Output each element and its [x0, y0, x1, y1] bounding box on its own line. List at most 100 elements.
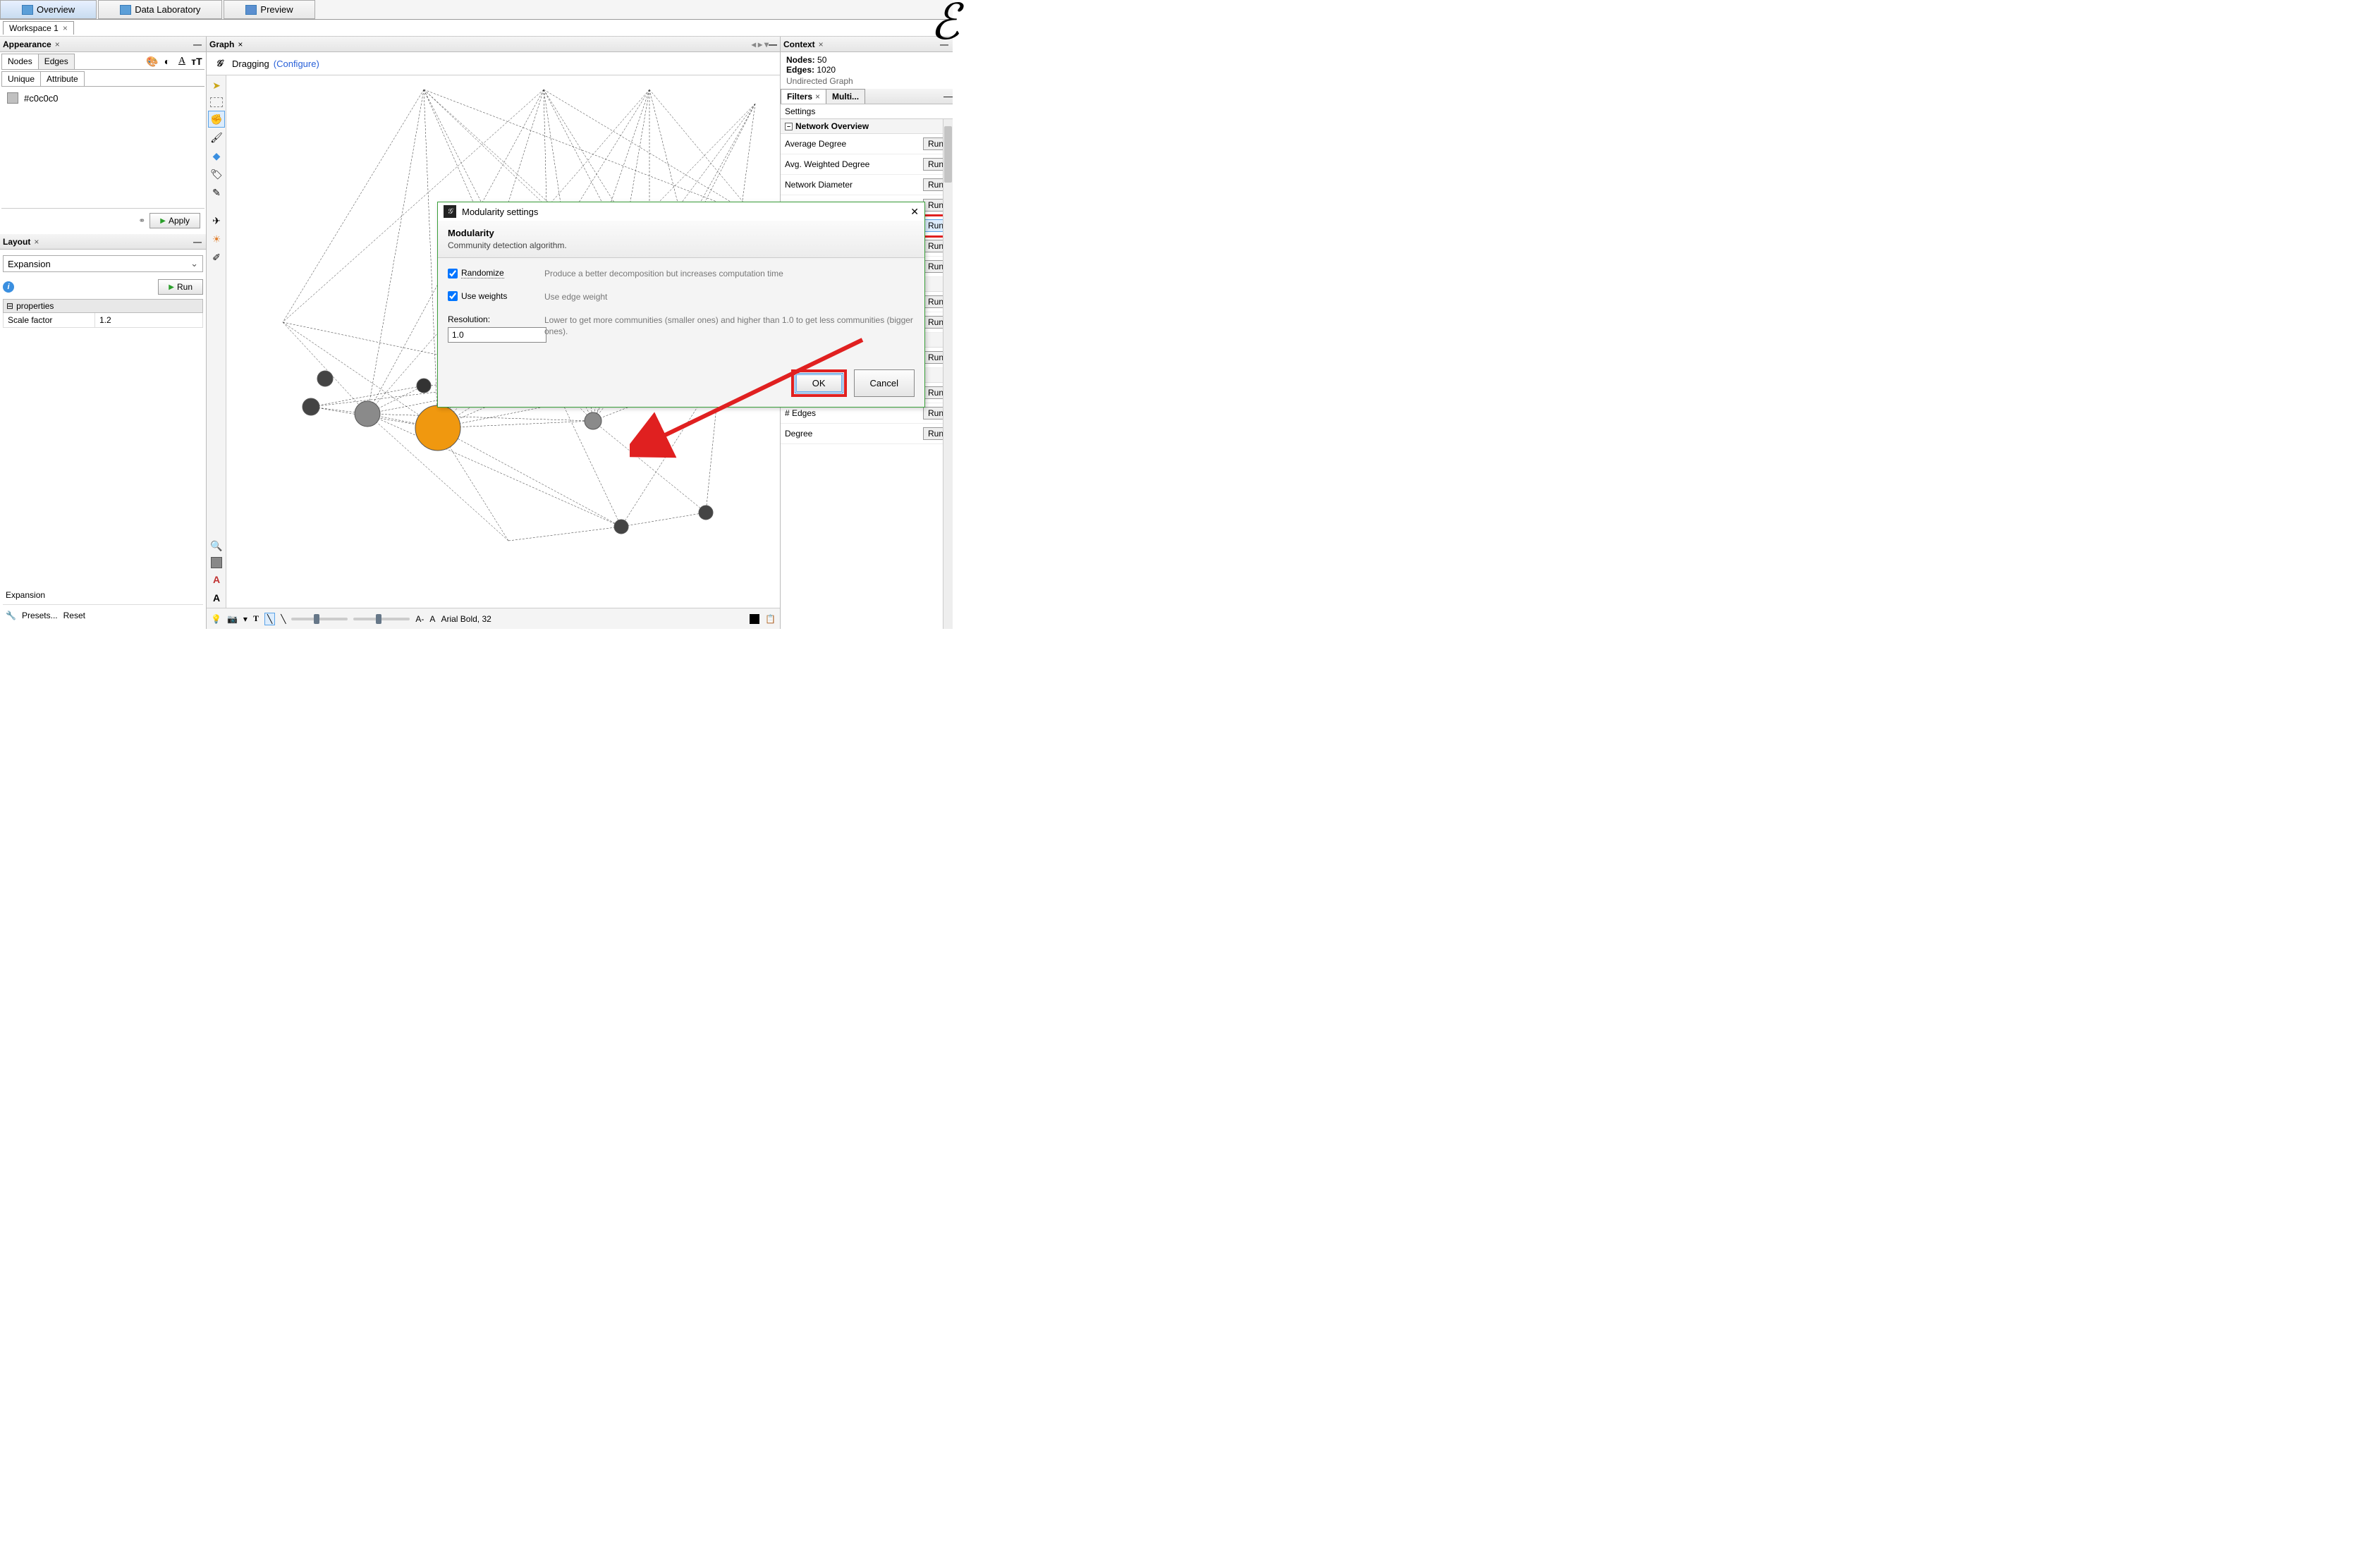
tab-label: Filters [787, 92, 812, 102]
font-color-swatch[interactable] [750, 614, 759, 624]
randomize-checkbox[interactable]: Randomize [448, 268, 536, 278]
selected-algorithm: Expansion [8, 259, 51, 269]
label-toggle-icon[interactable]: T [253, 613, 259, 624]
pointer-tool-icon[interactable]: ➤ [208, 77, 225, 94]
font-size-decrease-icon[interactable]: A- [415, 614, 424, 624]
scrollbar[interactable] [943, 119, 953, 629]
edit-tool-icon[interactable]: ✎ [208, 184, 225, 201]
use-weights-input[interactable] [448, 291, 458, 301]
tab-overview[interactable]: Overview [0, 0, 97, 19]
size-icon[interactable]: ◐ [161, 55, 173, 68]
graph-tool-column: ➤ ✊ 🖌 ◆ 🏷 ✎ ✈ ☀ ✐ 🔍 A A [207, 75, 226, 608]
run-layout-button[interactable]: ▶Run [158, 279, 203, 295]
node-pencil-tool-icon[interactable]: ✐ [208, 249, 225, 266]
font-size-increase-icon[interactable]: A [429, 614, 435, 624]
color-swatch[interactable] [7, 92, 18, 104]
dialog-title: Modularity settings [462, 207, 538, 217]
property-row: Scale factor 1.2 [3, 313, 203, 328]
graph-toolbar: 𝒢 Dragging (Configure) [207, 52, 780, 75]
brush-tool-icon[interactable]: 🖌 [208, 129, 225, 146]
attributes-config-icon[interactable]: 📋 [765, 614, 776, 624]
dropdown-icon[interactable]: ▾ [243, 614, 248, 624]
cancel-button[interactable]: Cancel [854, 369, 915, 397]
tag-tool-icon[interactable]: 🏷 [208, 166, 225, 183]
dialog-heading: Modularity [448, 228, 915, 238]
apply-button[interactable]: ▶Apply [149, 213, 200, 228]
info-icon[interactable]: i [3, 281, 14, 293]
label-size-a-icon[interactable]: A [208, 589, 225, 606]
rectangle-select-tool-icon[interactable] [210, 97, 223, 107]
minimize-panel-icon[interactable]: — [192, 39, 203, 49]
configure-link[interactable]: (Configure) [274, 59, 319, 69]
close-panel-icon[interactable]: × [238, 39, 243, 49]
close-workspace-icon[interactable]: × [63, 23, 68, 33]
sizer-tool-icon[interactable]: ◆ [208, 147, 225, 164]
ok-button[interactable]: OK [796, 374, 842, 392]
stat-average-degree: Average DegreeRun [781, 134, 953, 154]
play-icon: ▶ [169, 283, 174, 291]
label-color-icon[interactable]: A [176, 55, 188, 68]
minimize-panel-icon[interactable]: — [769, 39, 777, 49]
tab-label: Data Laboratory [135, 4, 200, 15]
nav-prev-icon[interactable]: ◂ [752, 39, 756, 49]
label-size-icon[interactable]: тT [190, 55, 203, 68]
heatmap-tool-icon[interactable]: ☀ [208, 231, 225, 247]
layout-algorithm-select[interactable]: Expansion ⌄ [3, 255, 203, 272]
center-column: Graph × ◂ ▸ ▾ — 𝒢 Dragging (Configure) ➤… [207, 37, 780, 629]
properties-header[interactable]: ⊟properties [3, 299, 203, 313]
close-panel-icon[interactable]: × [819, 39, 824, 49]
scrollbar-thumb[interactable] [944, 126, 952, 183]
randomize-input[interactable] [448, 269, 458, 278]
chevron-down-icon: ⌄ [190, 258, 198, 269]
layout-section-label: Expansion [3, 586, 203, 604]
close-panel-icon[interactable]: × [55, 39, 60, 49]
font-label[interactable]: Arial Bold, 32 [441, 614, 491, 624]
tool-icon[interactable]: 🔧 [6, 611, 16, 620]
shortest-path-tool-icon[interactable]: ✈ [208, 212, 225, 229]
layout-panel-header: Layout × — [0, 234, 206, 250]
presets-link[interactable]: Presets... [22, 611, 58, 620]
minimize-panel-icon[interactable]: — [192, 237, 203, 247]
reset-colors-icon[interactable] [211, 557, 222, 568]
property-value[interactable]: 1.2 [95, 313, 116, 327]
workspace-tab[interactable]: Workspace 1× [3, 21, 74, 35]
edge-weight-slider[interactable] [291, 618, 348, 620]
edge-toggle-icon[interactable]: ╲ [264, 613, 275, 625]
tab-filters[interactable]: Filters× [781, 89, 826, 104]
reset-link[interactable]: Reset [63, 611, 85, 620]
tab-unique[interactable]: Unique [1, 71, 41, 86]
ok-highlight-box: OK [791, 369, 847, 397]
label-size-slider[interactable] [353, 618, 410, 620]
close-dialog-icon[interactable]: ✕ [910, 206, 919, 218]
color-palette-icon[interactable]: 🎨 [146, 55, 159, 68]
drag-tool-icon[interactable]: ✊ [208, 111, 225, 128]
left-column: Appearance × — Nodes Edges 🎨 ◐ A тT Uniq… [0, 37, 207, 629]
resolution-input[interactable] [448, 327, 546, 343]
tab-edges[interactable]: Edges [38, 54, 75, 69]
tab-data-laboratory[interactable]: Data Laboratory [98, 0, 222, 19]
minimize-panel-icon[interactable]: — [943, 91, 953, 102]
edge-color-icon[interactable]: ╲ [281, 614, 286, 624]
close-tab-icon[interactable]: × [815, 92, 820, 102]
tab-preview[interactable]: Preview [224, 0, 314, 19]
nav-next-icon[interactable]: ▸ [758, 39, 762, 49]
color-value: #c0c0c0 [24, 93, 58, 104]
panel-title: Layout [3, 237, 30, 247]
label-color-a-icon[interactable]: A [208, 571, 225, 588]
link-icon[interactable]: ⚭ [138, 216, 145, 226]
appearance-mode-tabs: Unique Attribute [1, 71, 204, 87]
tab-attribute[interactable]: Attribute [40, 71, 85, 86]
zoom-tool-icon[interactable]: 🔍 [208, 537, 225, 554]
tab-multi[interactable]: Multi... [826, 89, 865, 104]
minimize-panel-icon[interactable]: — [939, 39, 950, 49]
use-weights-checkbox[interactable]: Use weights [448, 291, 536, 301]
graph-type: Undirected Graph [786, 76, 947, 86]
close-panel-icon[interactable]: × [34, 237, 39, 247]
dialog-titlebar[interactable]: 𝒢 Modularity settings ✕ [438, 202, 924, 221]
tab-nodes[interactable]: Nodes [1, 54, 39, 69]
lightbulb-icon[interactable]: 💡 [211, 614, 221, 624]
category-network-overview[interactable]: –Network Overview [781, 119, 953, 134]
appearance-panel-header: Appearance × — [0, 37, 206, 52]
screenshot-icon[interactable]: 📷 [227, 614, 238, 624]
modularity-settings-dialog: 𝒢 Modularity settings ✕ Modularity Commu… [437, 202, 925, 408]
